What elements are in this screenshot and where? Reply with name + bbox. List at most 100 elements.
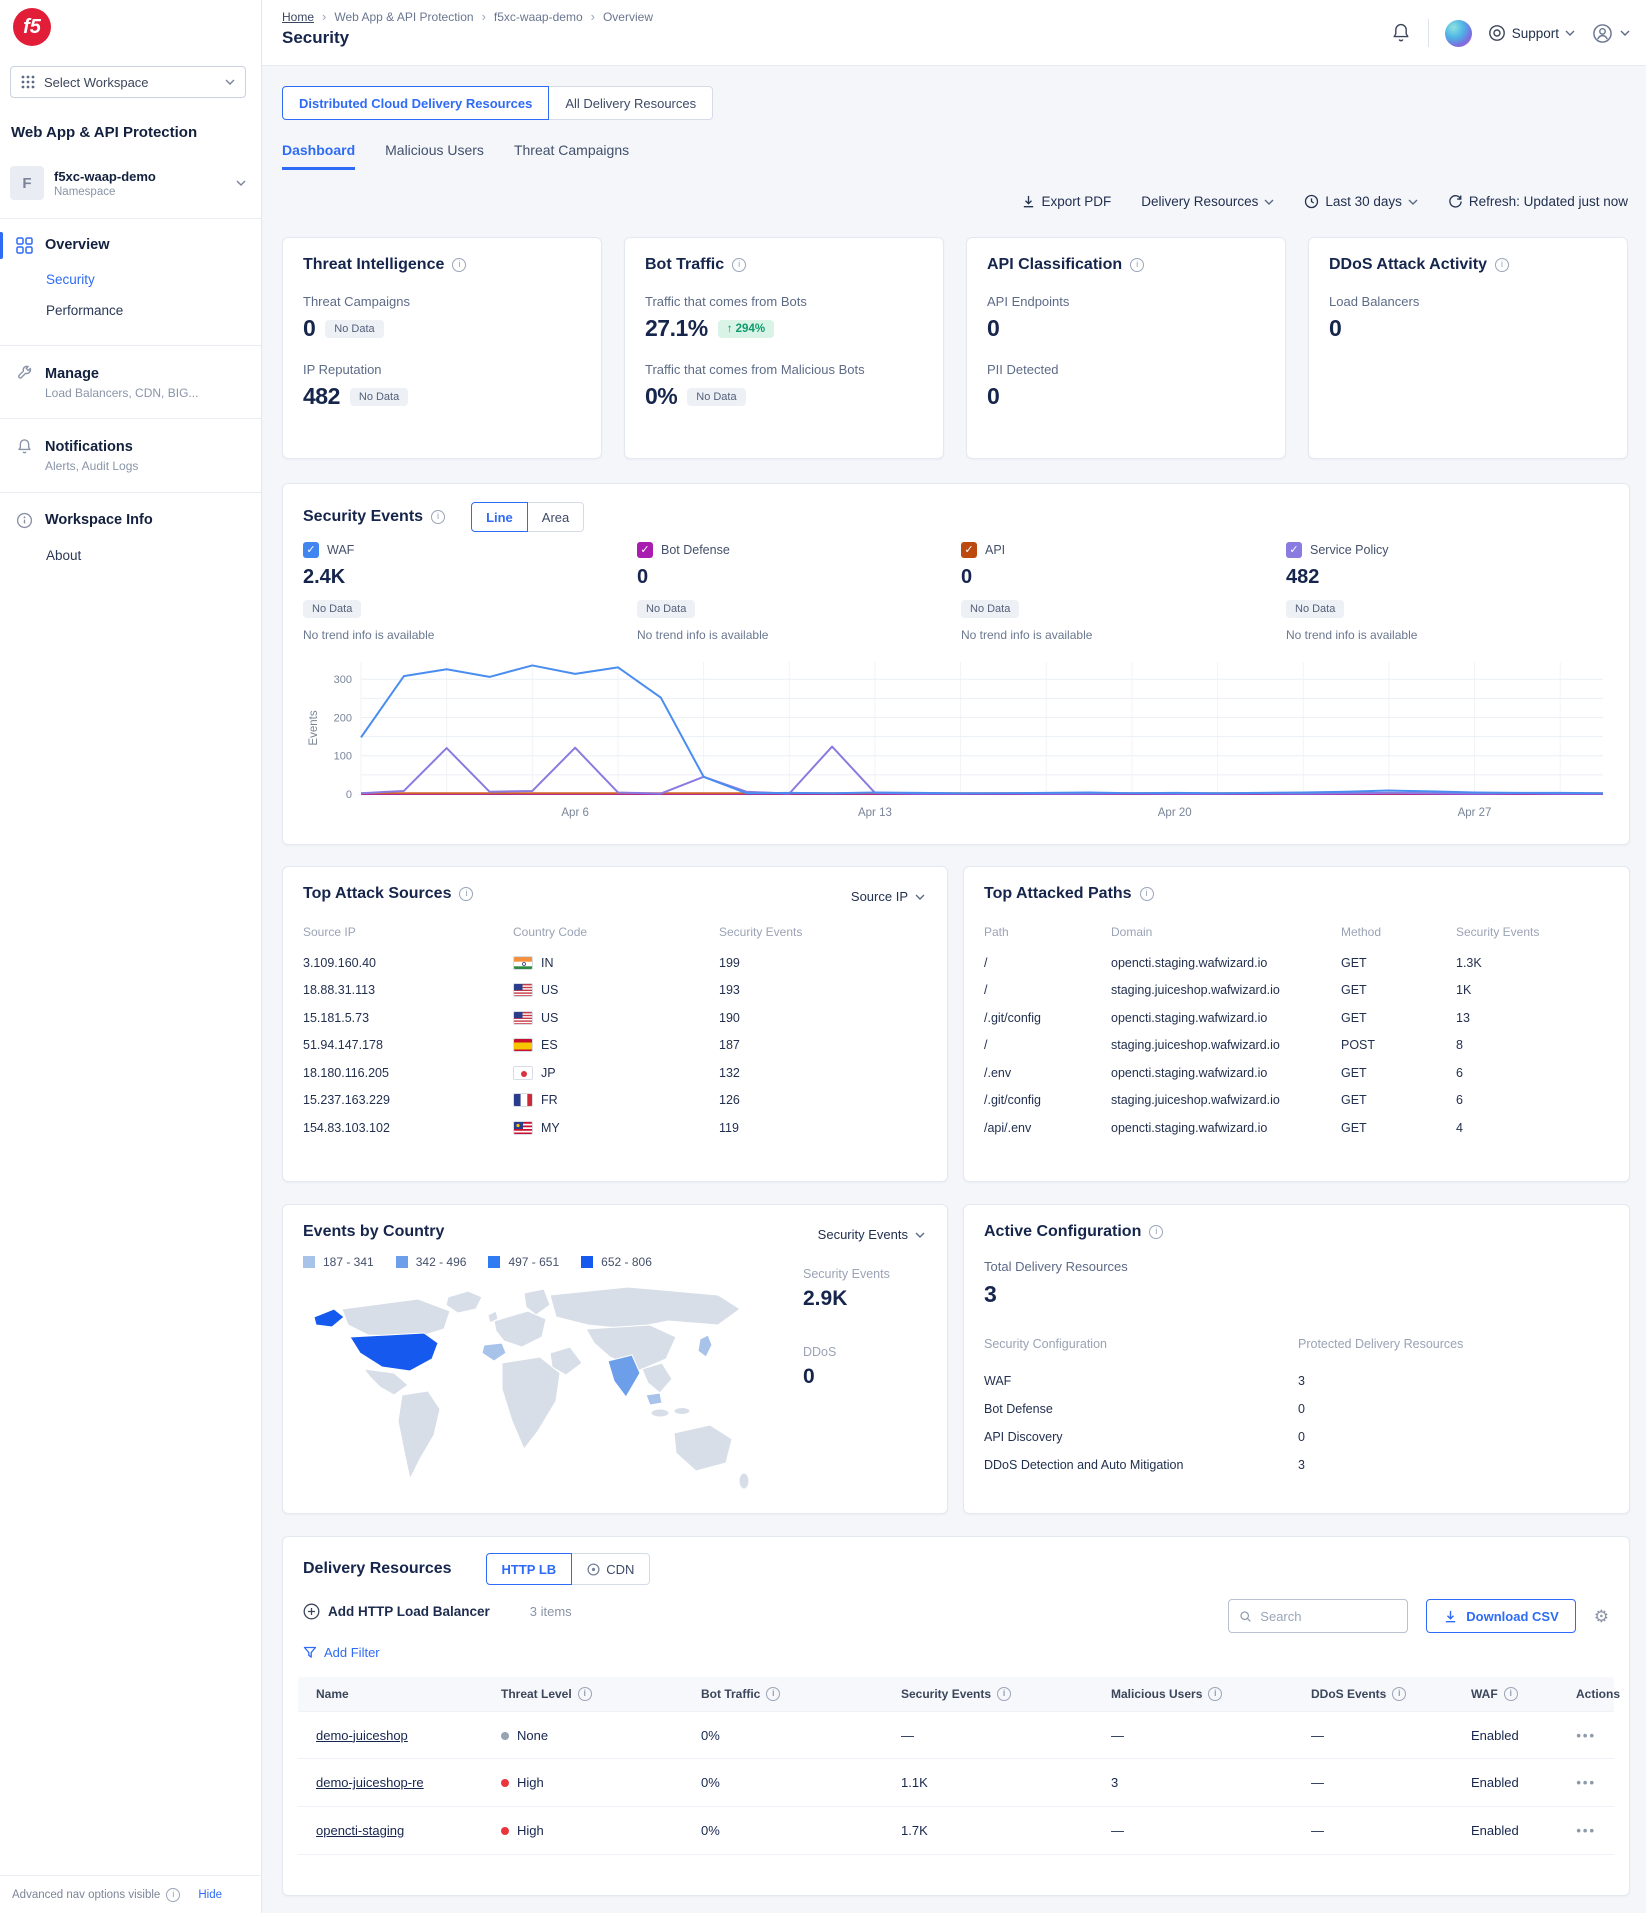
- column-header-actions[interactable]: Actions: [1576, 1687, 1620, 1701]
- attacked-path-row[interactable]: / staging.juiceshop.wafwizard.io POST 8: [984, 1032, 1609, 1060]
- tab-dashboard[interactable]: Dashboard: [282, 142, 355, 170]
- resource-name-link[interactable]: demo-juiceshop-re: [316, 1775, 424, 1790]
- legend-value: 0: [961, 566, 1201, 589]
- column-header-threat-level[interactable]: Threat Level: [501, 1687, 701, 1701]
- namespace-selector[interactable]: F f5xc-waap-demo Namespace: [10, 160, 250, 206]
- support-menu[interactable]: Support: [1488, 24, 1575, 42]
- ddos-events: —: [1311, 1823, 1471, 1838]
- info-icon[interactable]: [997, 1687, 1011, 1701]
- tab-malicious-users[interactable]: Malicious Users: [385, 142, 484, 170]
- method: GET: [1341, 1093, 1456, 1107]
- column-header-name[interactable]: Name: [316, 1687, 501, 1701]
- add-http-load-balancer-button[interactable]: Add HTTP Load Balancer: [303, 1603, 490, 1620]
- view-toggle-option[interactable]: All Delivery Resources: [548, 86, 713, 120]
- workspace-selector-label: Select Workspace: [44, 75, 216, 90]
- info-icon[interactable]: [1504, 1687, 1518, 1701]
- attack-source-row[interactable]: 3.109.160.40 IN 199: [303, 949, 927, 977]
- breadcrumb-item[interactable]: f5xc-waap-demo: [494, 10, 583, 24]
- attacked-path-row[interactable]: /.git/config opencti.staging.wafwizard.i…: [984, 1004, 1609, 1032]
- resource-name-link[interactable]: opencti-staging: [316, 1823, 404, 1838]
- column-header-bot-traffic[interactable]: Bot Traffic: [701, 1687, 901, 1701]
- legend-checkbox[interactable]: [303, 542, 319, 558]
- sidebar-item-manage[interactable]: Manage Load Balancers, CDN, BIG...: [0, 356, 261, 409]
- stat-value: 2.9K: [803, 1287, 890, 1311]
- legend-checkbox[interactable]: [637, 542, 653, 558]
- attack-source-row[interactable]: 15.237.163.229 FR 126: [303, 1087, 927, 1115]
- row-actions-menu[interactable]: •••: [1576, 1823, 1596, 1838]
- attack-source-row[interactable]: 51.94.147.178 ES 187: [303, 1032, 927, 1060]
- attack-source-row[interactable]: 18.88.31.113 US 193: [303, 977, 927, 1005]
- breadcrumb-item[interactable]: Home: [282, 10, 314, 24]
- method: GET: [1341, 983, 1456, 997]
- attacked-path-row[interactable]: /.git/config staging.juiceshop.wafwizard…: [984, 1087, 1609, 1115]
- attacked-path-row[interactable]: /api/.env opencti.staging.wafwizard.io G…: [984, 1114, 1609, 1142]
- f5-logo[interactable]: f5: [13, 8, 51, 46]
- info-icon[interactable]: [1208, 1687, 1222, 1701]
- search-input[interactable]: [1260, 1609, 1397, 1624]
- legend-checkbox[interactable]: [1286, 542, 1302, 558]
- view-toggle-option[interactable]: Distributed Cloud Delivery Resources: [282, 86, 549, 120]
- info-icon[interactable]: [459, 887, 473, 901]
- sidebar-item-notifications[interactable]: Notifications Alerts, Audit Logs: [0, 429, 261, 482]
- chart-toggle-area[interactable]: Area: [527, 502, 584, 532]
- hide-nav-button[interactable]: Hide: [198, 1889, 222, 1901]
- resource-name-link[interactable]: demo-juiceshop: [316, 1728, 408, 1743]
- resource-tab-cdn[interactable]: CDN: [571, 1553, 650, 1585]
- workspace-selector[interactable]: Select Workspace: [10, 66, 246, 98]
- column-header-ddos-events[interactable]: DDoS Events: [1311, 1687, 1471, 1701]
- table-body: demo-juiceshop None 0% — — — Enabled •••…: [298, 1711, 1614, 1855]
- tenant-avatar[interactable]: [1445, 20, 1472, 47]
- delivery-resources-dropdown[interactable]: Delivery Resources: [1141, 194, 1274, 209]
- source-ip-dropdown[interactable]: Source IP: [851, 889, 925, 904]
- column-header: Protected Delivery Resources: [1298, 1337, 1609, 1351]
- refresh-button[interactable]: Refresh: Updated just now: [1448, 194, 1628, 209]
- info-icon[interactable]: [578, 1687, 592, 1701]
- stat-cards-row: Threat Intelligence Threat Campaigns 0 N…: [282, 237, 1628, 459]
- attacked-path-row[interactable]: / opencti.staging.wafwizard.io GET 1.3K: [984, 949, 1609, 977]
- attack-source-row[interactable]: 18.180.116.205 JP 132: [303, 1059, 927, 1087]
- info-icon[interactable]: [766, 1687, 780, 1701]
- threat-level-dot: [501, 1732, 509, 1740]
- account-menu[interactable]: [1591, 22, 1630, 45]
- bell-icon[interactable]: [1390, 22, 1412, 44]
- info-icon[interactable]: [1392, 1687, 1406, 1701]
- attack-source-row[interactable]: 154.83.103.102 MY 119: [303, 1114, 927, 1142]
- column-header-security-events[interactable]: Security Events: [901, 1687, 1111, 1701]
- breadcrumb-item[interactable]: Overview: [603, 10, 653, 24]
- info-icon[interactable]: [452, 258, 466, 272]
- add-filter-button[interactable]: Add Filter: [303, 1645, 380, 1660]
- security-events-chart[interactable]: 0100200300Apr 6Apr 13Apr 20Apr 27Events: [303, 652, 1611, 824]
- info-icon[interactable]: [732, 258, 746, 272]
- sidebar-item-about[interactable]: About: [46, 548, 81, 563]
- export-pdf-button[interactable]: Export PDF: [1021, 194, 1112, 209]
- info-icon[interactable]: [1149, 1225, 1163, 1239]
- attack-source-row[interactable]: 15.181.5.73 US 190: [303, 1004, 927, 1032]
- info-icon[interactable]: [1130, 258, 1144, 272]
- config-value: 0: [1298, 1402, 1609, 1416]
- attacked-path-row[interactable]: /.env opencti.staging.wafwizard.io GET 6: [984, 1059, 1609, 1087]
- chart-toggle-line[interactable]: Line: [471, 502, 528, 532]
- info-icon[interactable]: [1140, 887, 1154, 901]
- tab-threat-campaigns[interactable]: Threat Campaigns: [514, 142, 629, 170]
- resource-tab-http-lb[interactable]: HTTP LB: [486, 1553, 573, 1585]
- no-data-badge: No Data: [350, 388, 408, 406]
- legend-checkbox[interactable]: [961, 542, 977, 558]
- download-csv-button[interactable]: Download CSV: [1426, 1599, 1575, 1633]
- sidebar-item-overview[interactable]: Overview: [0, 228, 261, 263]
- sidebar-item-performance[interactable]: Performance: [46, 303, 123, 318]
- column-header-malicious-users[interactable]: Malicious Users: [1111, 1687, 1311, 1701]
- gear-icon[interactable]: ⚙: [1594, 1608, 1609, 1625]
- map-metric-dropdown[interactable]: Security Events: [818, 1227, 925, 1242]
- sidebar-item-workspace-info[interactable]: Workspace Info: [0, 503, 261, 538]
- column-header-waf[interactable]: WAF: [1471, 1687, 1576, 1701]
- metric-label: Threat Campaigns: [303, 294, 581, 309]
- row-actions-menu[interactable]: •••: [1576, 1728, 1596, 1743]
- sidebar-item-security[interactable]: Security: [46, 272, 95, 287]
- info-icon[interactable]: [1495, 258, 1509, 272]
- time-range-dropdown[interactable]: Last 30 days: [1304, 194, 1418, 209]
- attacked-path-row[interactable]: / staging.juiceshop.wafwizard.io GET 1K: [984, 977, 1609, 1005]
- legend-range: 187 - 341: [323, 1255, 374, 1269]
- info-icon[interactable]: [431, 510, 445, 524]
- row-actions-menu[interactable]: •••: [1576, 1775, 1596, 1790]
- breadcrumb-item[interactable]: Web App & API Protection: [334, 10, 473, 24]
